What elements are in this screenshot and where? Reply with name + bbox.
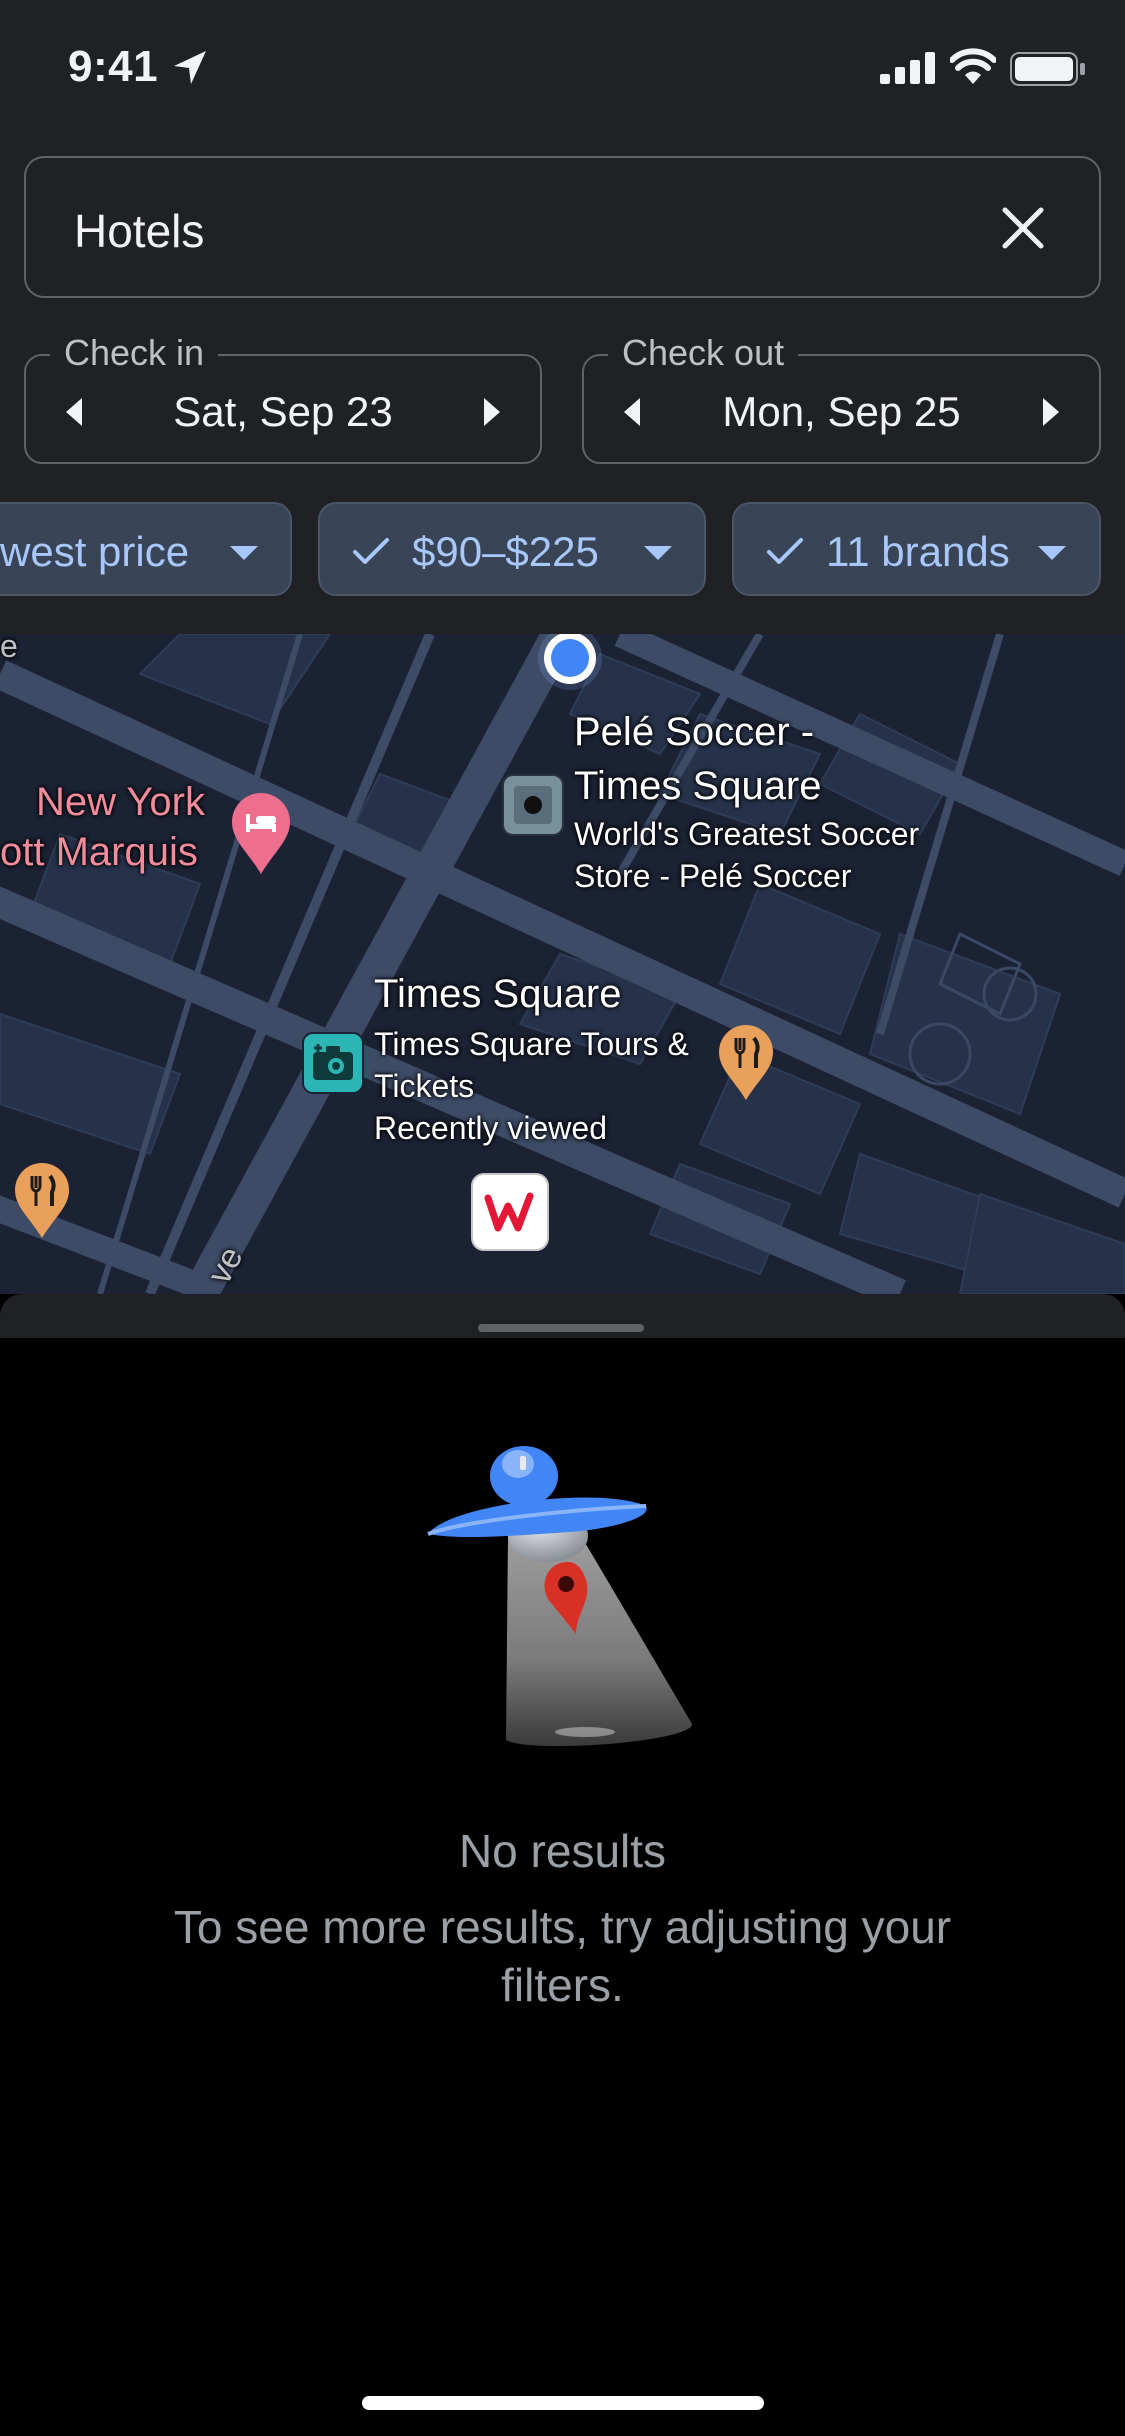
store-pin-subtitle: World's Greatest Soccer (574, 816, 920, 852)
close-icon[interactable] (993, 198, 1053, 258)
check-icon (767, 538, 803, 564)
status-bar: 9:41 (0, 0, 1125, 132)
attraction-pin-note: Recently viewed (374, 1110, 607, 1146)
ufo-illustration (427, 1446, 692, 1747)
filter-chip-label: $90–$225 (412, 528, 599, 575)
camera-icon[interactable] (302, 1032, 364, 1094)
next-day-icon[interactable] (470, 396, 510, 428)
attraction-pin-title[interactable]: Times Square (374, 972, 622, 1017)
filter-chip-sort[interactable]: west price (0, 502, 292, 596)
map-roads (0, 634, 1125, 1294)
store-pin-subtitle-line2: Store - Pelé Soccer (574, 858, 852, 894)
check-icon (353, 538, 389, 564)
cellular-signal-icon (880, 52, 935, 84)
no-results-message: To see more results, try adjusting your … (173, 1901, 952, 2011)
search-input-value[interactable]: Hotels (74, 204, 204, 258)
check-in-value: Sat, Sep 23 (173, 388, 393, 435)
hotel-pin-title-line2[interactable]: ott Marquis (0, 830, 198, 875)
filter-chip-label: 11 brands (826, 528, 1010, 575)
hotel-pin-icon[interactable] (228, 792, 294, 876)
results-sheet: No results To see more results, try adju… (0, 1294, 1125, 2436)
no-results-title: No results (458, 1825, 667, 1877)
attraction-pin-subtitle: Times Square Tours & (374, 1026, 689, 1062)
home-indicator[interactable] (362, 2396, 764, 2410)
check-out-label: Check out (608, 332, 799, 374)
map-edge-fragment: e (0, 634, 18, 664)
chevron-down-icon (1038, 546, 1066, 560)
search-field[interactable]: Hotels (24, 156, 1101, 298)
battery-icon (1010, 52, 1085, 86)
filter-chip-brands[interactable]: 11 brands (732, 502, 1101, 596)
chevron-down-icon (644, 546, 672, 560)
store-pin-title[interactable]: Pelé Soccer - (574, 710, 814, 755)
filter-chip-price[interactable]: $90–$225 (318, 502, 706, 596)
check-out-value: Mon, Sep 25 (722, 388, 961, 435)
sheet-header (0, 1294, 1125, 1338)
map-view[interactable]: e New York ott Marquis Pelé Soccer - Tim… (0, 634, 1125, 1294)
store-icon[interactable] (502, 774, 564, 836)
attraction-pin-subtitle-line2: Tickets (374, 1068, 475, 1104)
next-day-icon[interactable] (1029, 396, 1069, 428)
check-out-field[interactable]: Check out Mon, Sep 25 (582, 332, 1101, 464)
hotel-pin-title[interactable]: New York (36, 780, 205, 825)
filter-chip-label: west price (0, 528, 190, 575)
current-location-dot (538, 634, 602, 690)
restaurant-pin-icon[interactable] (716, 1024, 776, 1102)
store-pin-title-line2[interactable]: Times Square (574, 764, 822, 809)
status-time: 9:41 (68, 42, 159, 91)
pharmacy-icon[interactable] (470, 1172, 550, 1252)
sheet-drag-handle[interactable] (478, 1324, 644, 1332)
wifi-icon (950, 48, 996, 84)
top-panel: 9:41 Hotels Check in Sat, Sep 23 Check o… (0, 0, 1125, 634)
restaurant-pin-icon[interactable] (12, 1162, 72, 1240)
chevron-down-icon (230, 546, 258, 560)
location-arrow-icon (174, 51, 206, 84)
check-in-field[interactable]: Check in Sat, Sep 23 (24, 332, 542, 464)
check-in-label: Check in (50, 332, 219, 374)
